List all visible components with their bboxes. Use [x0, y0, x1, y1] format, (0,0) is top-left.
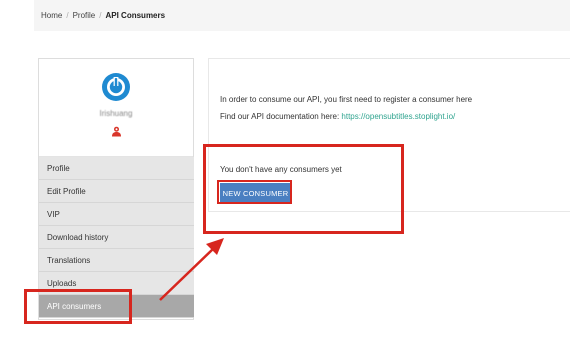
menu-item-edit-profile[interactable]: Edit Profile	[39, 180, 194, 203]
empty-state-text: You don't have any consumers yet	[220, 165, 342, 174]
page: Home / Profile / API Consumers Irishuang	[0, 0, 570, 356]
menu-item-download-history[interactable]: Download history	[39, 226, 194, 249]
doc-prefix: Find our API documentation here:	[220, 112, 342, 121]
new-consumer-button[interactable]: NEW CONSUMER	[220, 183, 291, 203]
breadcrumb-home[interactable]: Home	[41, 11, 62, 20]
menu-item-translations[interactable]: Translations	[39, 249, 194, 272]
menu-item-api-consumers[interactable]: API consumers	[39, 295, 194, 318]
menu-item-profile[interactable]: Profile	[39, 157, 194, 180]
breadcrumb-profile[interactable]: Profile	[73, 11, 96, 20]
profile-menu: Profile Edit Profile VIP Download histor…	[39, 157, 194, 318]
power-logo-icon	[101, 72, 131, 102]
breadcrumb: Home / Profile / API Consumers	[34, 0, 570, 31]
menu-item-uploads[interactable]: Uploads	[39, 272, 194, 295]
breadcrumb-current: API Consumers	[105, 11, 166, 20]
profile-sidebar: Irishuang Profile Edit Profile VIP Downl…	[38, 58, 194, 320]
breadcrumb-separator: /	[99, 11, 102, 20]
breadcrumb-separator: /	[66, 11, 69, 20]
intro-text: In order to consume our API, you first n…	[220, 95, 473, 104]
menu-item-vip[interactable]: VIP	[39, 203, 194, 226]
username: Irishuang	[99, 109, 133, 118]
api-consumers-panel: In order to consume our API, you first n…	[208, 58, 570, 212]
profile-card: Irishuang	[39, 59, 193, 157]
doc-line: Find our API documentation here: https:/…	[220, 112, 455, 121]
user-rank-icon	[111, 124, 122, 137]
api-docs-link[interactable]: https://opensubtitles.stoplight.io/	[341, 112, 455, 121]
